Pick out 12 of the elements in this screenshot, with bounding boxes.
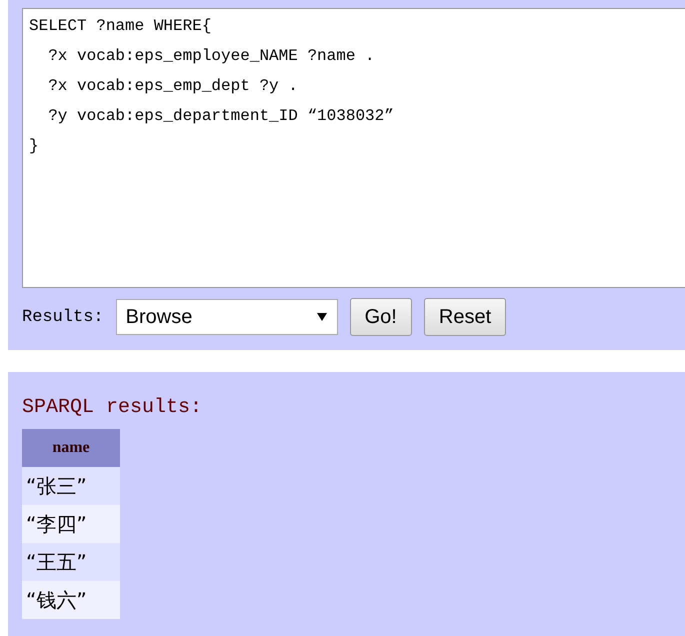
go-button[interactable]: Go! [350,298,412,336]
query-field[interactable]: SELECT ?name WHERE{ ?x vocab:eps_employee_NAME ?name . ?x vocab:eps_emp_dept ?y . ?y vocab:eps_department_ID “1038032” } [22,8,685,288]
reset-button[interactable]: Reset [424,298,506,336]
table-cell: “钱六” [22,581,120,619]
column-header: name [22,429,120,467]
results-title: SPARQL results: [22,396,202,419]
results-label: Results: [22,308,104,326]
results-select[interactable]: Browse [116,299,338,335]
table-cell: “王五” [22,543,120,581]
table-cell: “李四” [22,505,120,543]
caret-icon [316,312,327,322]
table-cell: “张三” [22,467,120,505]
